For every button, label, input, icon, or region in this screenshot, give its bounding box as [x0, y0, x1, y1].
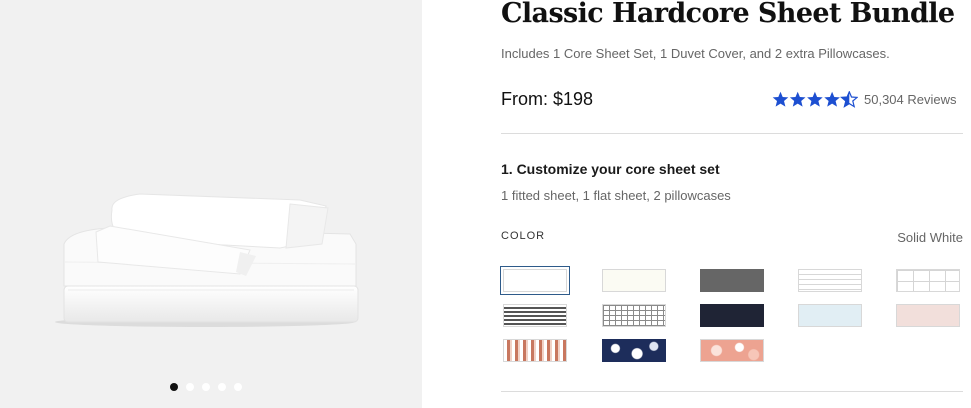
divider: [501, 133, 963, 134]
swatch-rust-brushstroke[interactable]: [503, 339, 567, 362]
product-subtitle: Includes 1 Core Sheet Set, 1 Duvet Cover…: [501, 46, 890, 61]
product-title: Classic Hardcore Sheet Bundle: [501, 0, 955, 29]
divider: [501, 391, 963, 392]
swatch-navy[interactable]: [700, 304, 764, 327]
swatch-blush[interactable]: [896, 304, 960, 327]
swatch-navy-floral[interactable]: [602, 339, 666, 362]
gallery-dot-2[interactable]: [186, 383, 194, 391]
gallery-dot-4[interactable]: [218, 383, 226, 391]
gallery-dot-3[interactable]: [202, 383, 210, 391]
color-label: COLOR: [501, 230, 546, 242]
swatch-cream[interactable]: [602, 269, 666, 292]
product-price: From: $198: [501, 89, 594, 109]
product-rating[interactable]: 50,304 Reviews: [772, 91, 957, 108]
gallery-dot-5[interactable]: [234, 383, 242, 391]
selected-color-name: Solid White: [897, 230, 963, 245]
swatch-graphite[interactable]: [700, 269, 764, 292]
swatch-light-blue[interactable]: [798, 304, 862, 327]
step-description: 1 fitted sheet, 1 flat sheet, 2 pillowca…: [501, 188, 731, 203]
gallery-dot-1[interactable]: [170, 383, 178, 391]
folded-white-sheets-image[interactable]: [50, 182, 370, 327]
star-icon: [772, 91, 858, 108]
swatch-solid-white[interactable]: [500, 266, 570, 295]
swatch-white-grid[interactable]: [896, 269, 960, 292]
swatch-peach-floral[interactable]: [700, 339, 764, 362]
swatch-white-stripe[interactable]: [798, 269, 862, 292]
swatch-black-stripe[interactable]: [503, 304, 567, 327]
gallery-pagination: [170, 383, 242, 391]
swatch-black-windowpane[interactable]: [602, 304, 666, 327]
star-rating: [772, 91, 858, 108]
review-count[interactable]: 50,304 Reviews: [864, 92, 957, 107]
product-gallery: [0, 0, 422, 408]
step-title: 1. Customize your core sheet set: [501, 161, 720, 177]
